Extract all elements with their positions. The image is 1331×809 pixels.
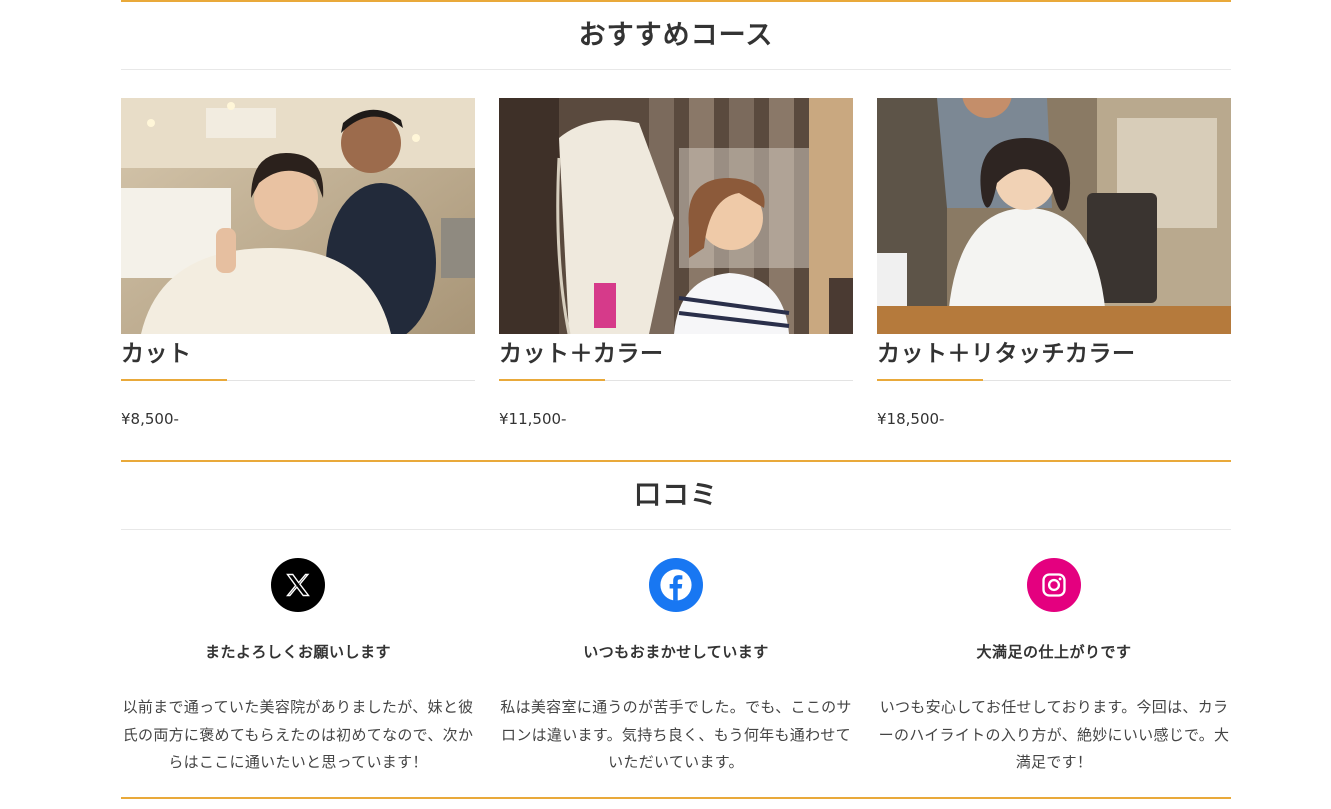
- recommended-section-title: おすすめコース: [578, 20, 774, 51]
- review-card: いつもおまかせしています 私は美容室に通うのが苦手でした。でも、ここのサロンは違…: [499, 558, 853, 777]
- course-photo-cut-retouch-color: [877, 98, 1231, 334]
- course-price: ¥8,500-: [121, 410, 179, 428]
- reviews-section-top-line: [121, 460, 1231, 462]
- course-photo-cut-color: [499, 98, 853, 334]
- review-text: 私は美容室に通うのが苦手でした。でも、ここのサロンは違います。気持ち良く、もう何…: [500, 698, 852, 771]
- course-list: カット ¥8,500- カット＋カラー ¥11,500- カット＋リタッチカラー…: [121, 98, 1231, 428]
- course-name: カット: [121, 341, 192, 367]
- instagram-icon[interactable]: [1027, 558, 1081, 612]
- review-text: いつも安心してお任せしております。今回は、カラーのハイライトの入り方が、絶妙にい…: [878, 698, 1230, 771]
- review-text: 以前まで通っていた美容院がありましたが、妹と彼氏の両方に褒めてもらえたのは初めて…: [122, 698, 474, 771]
- review-title: またよろしくお願いします: [204, 643, 391, 661]
- course-name: カット＋カラー: [499, 341, 664, 367]
- course-name-underline: [499, 379, 853, 381]
- review-title: 大満足の仕上がりです: [976, 643, 1132, 661]
- course-name: カット＋リタッチカラー: [877, 341, 1136, 367]
- review-card: 大満足の仕上がりです いつも安心してお任せしております。今回は、カラーのハイライ…: [877, 558, 1231, 777]
- course-price: ¥11,500-: [499, 410, 567, 428]
- course-name-underline: [121, 379, 475, 381]
- reviews-title-divider: [121, 529, 1231, 530]
- course-photo-cut: [121, 98, 475, 334]
- recommended-title-divider: [121, 69, 1231, 70]
- course-price: ¥18,500-: [877, 410, 945, 428]
- x-icon[interactable]: [271, 558, 325, 612]
- review-card: またよろしくお願いします 以前まで通っていた美容院がありましたが、妹と彼氏の両方…: [121, 558, 475, 777]
- course-card[interactable]: カット＋リタッチカラー ¥18,500-: [877, 98, 1231, 428]
- bottom-line: [121, 797, 1231, 799]
- course-card[interactable]: カット＋カラー ¥11,500-: [499, 98, 853, 428]
- recommended-section-top-line: [121, 0, 1231, 2]
- course-card[interactable]: カット ¥8,500-: [121, 98, 475, 428]
- course-name-underline: [877, 379, 1231, 381]
- reviews-section-title: 口コミ: [634, 480, 718, 511]
- review-title: いつもおまかせしています: [583, 643, 769, 661]
- facebook-icon[interactable]: [649, 558, 703, 612]
- review-list: またよろしくお願いします 以前まで通っていた美容院がありましたが、妹と彼氏の両方…: [121, 558, 1231, 777]
